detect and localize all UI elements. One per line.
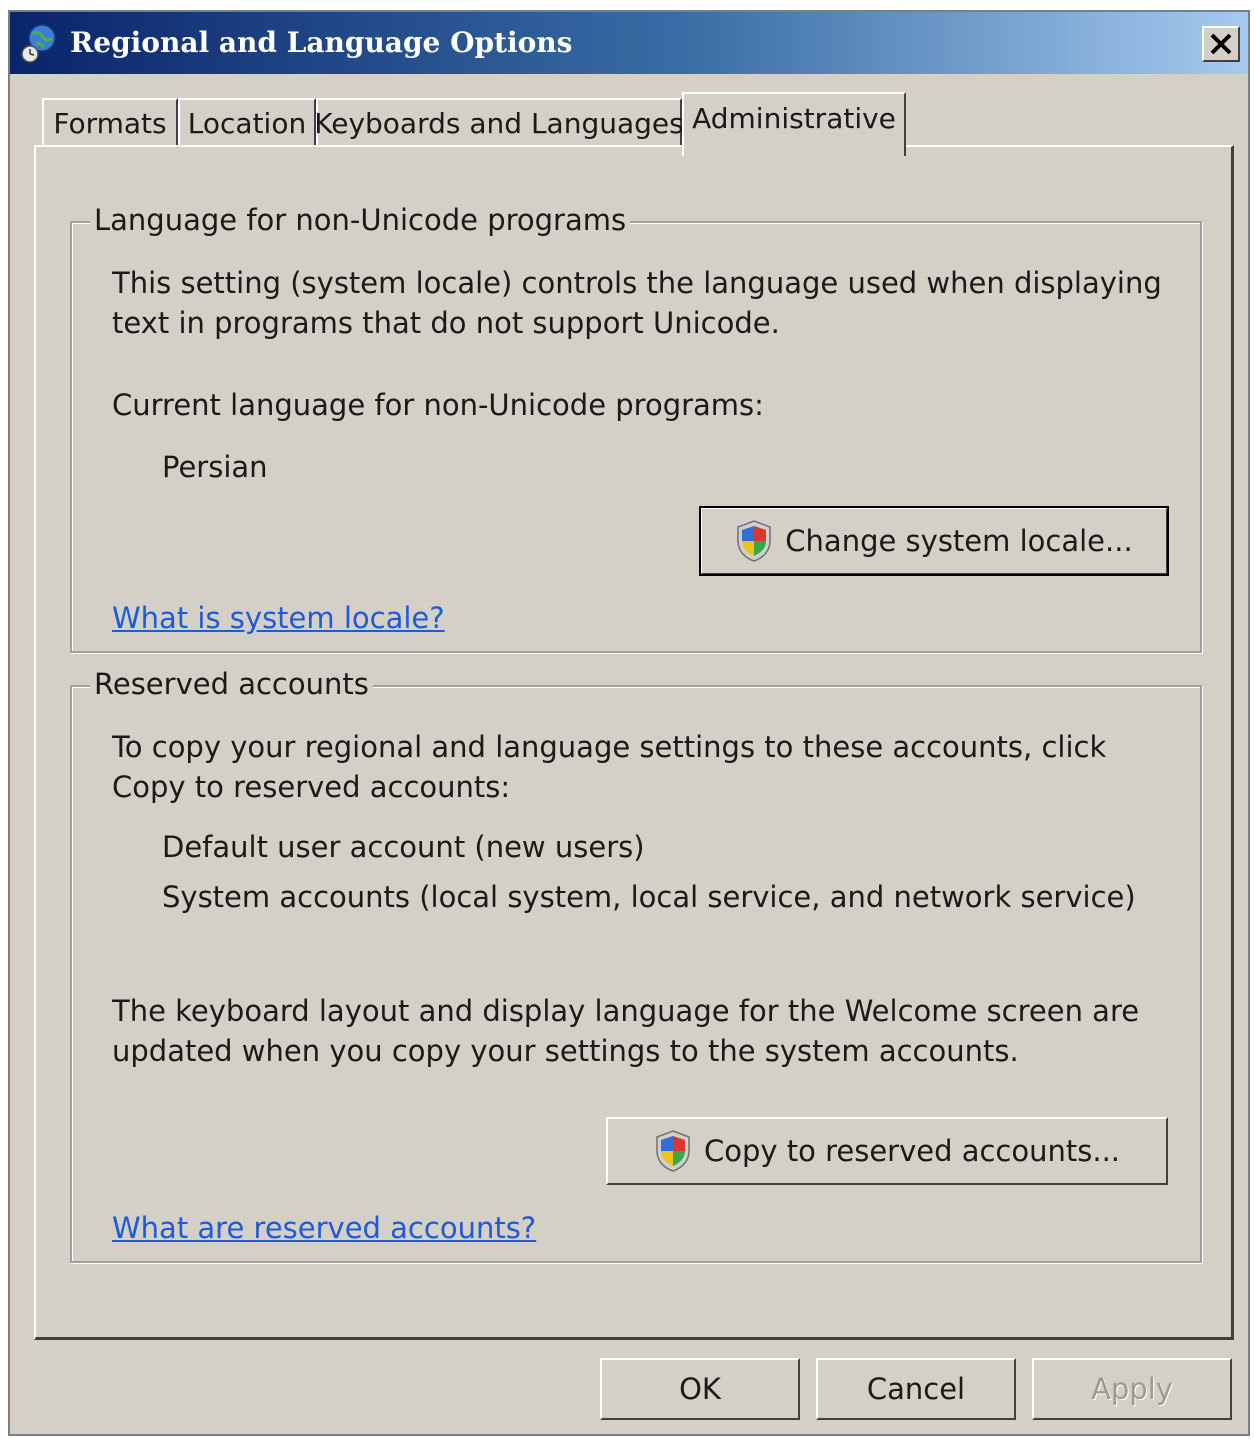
- tab-label: Keyboards and Languages: [314, 106, 684, 140]
- tab-label: Administrative: [692, 102, 896, 135]
- what-are-reserved-accounts-link[interactable]: What are reserved accounts?: [112, 1211, 536, 1245]
- non-unicode-group: Language for non-Unicode programs This s…: [70, 203, 1202, 653]
- button-label: OK: [679, 1372, 721, 1406]
- administrative-panel: Language for non-Unicode programs This s…: [34, 145, 1234, 1340]
- button-label: Cancel: [866, 1372, 966, 1406]
- ok-button[interactable]: OK: [600, 1358, 800, 1420]
- description-line: Copy to reserved accounts:: [112, 770, 511, 804]
- tab-administrative[interactable]: Administrative: [682, 92, 906, 156]
- account-item: Default user account (new users): [162, 830, 645, 864]
- uac-shield-icon: [656, 1130, 690, 1172]
- description-line: text in programs that do not support Uni…: [112, 306, 780, 340]
- cancel-button[interactable]: Cancel: [816, 1358, 1016, 1420]
- tab-label: Location: [187, 106, 307, 140]
- account-item: System accounts (local system, local ser…: [162, 880, 1136, 914]
- group-title: Reserved accounts: [90, 667, 373, 701]
- tab-formats[interactable]: Formats: [42, 98, 178, 146]
- uac-shield-icon: [737, 520, 772, 562]
- change-system-locale-button[interactable]: Change system locale...: [699, 506, 1169, 576]
- globe-icon: [21, 24, 56, 63]
- current-language-value: Persian: [162, 450, 268, 484]
- close-button[interactable]: [1202, 26, 1240, 62]
- dialog-window: Regional and Language Options Formats Lo…: [8, 10, 1250, 1436]
- window-title: Regional and Language Options: [70, 26, 573, 59]
- description-line: To copy your regional and language setti…: [112, 730, 1107, 764]
- button-label: Copy to reserved accounts...: [703, 1134, 1121, 1168]
- note-line: updated when you copy your settings to t…: [112, 1034, 1019, 1068]
- group-title: Language for non-Unicode programs: [90, 203, 631, 237]
- copy-to-reserved-accounts-button[interactable]: Copy to reserved accounts...: [606, 1117, 1168, 1185]
- apply-button[interactable]: Apply: [1032, 1358, 1232, 1420]
- tab-keyboards-and-languages[interactable]: Keyboards and Languages: [314, 98, 684, 146]
- close-icon: [1210, 33, 1232, 55]
- reserved-accounts-group: Reserved accounts To copy your regional …: [70, 667, 1202, 1263]
- tab-location[interactable]: Location: [178, 98, 316, 146]
- what-is-system-locale-link[interactable]: What is system locale?: [112, 601, 445, 635]
- title-bar[interactable]: Regional and Language Options: [10, 12, 1248, 74]
- button-label: Change system locale...: [785, 524, 1133, 558]
- tab-label: Formats: [53, 106, 167, 140]
- description-line: This setting (system locale) controls th…: [112, 266, 1162, 300]
- note-line: The keyboard layout and display language…: [112, 994, 1140, 1028]
- current-language-label: Current language for non-Unicode program…: [112, 388, 764, 422]
- button-label: Apply: [1091, 1372, 1173, 1406]
